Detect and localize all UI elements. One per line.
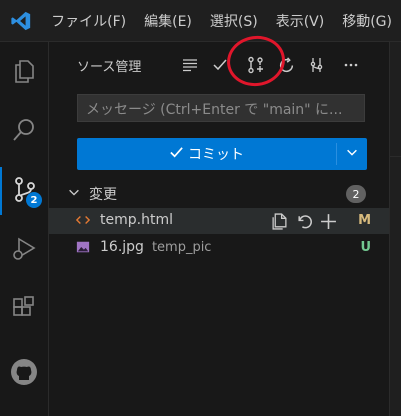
run-debug-icon [10, 234, 38, 266]
files-icon [10, 57, 38, 89]
menu-view[interactable]: 表示(V) [267, 11, 334, 31]
changes-section-header[interactable]: 変更 2 [49, 182, 389, 204]
menu-selection[interactable]: 選択(S) [201, 11, 267, 31]
file-entry: 16.jpg temp_pic [100, 239, 211, 255]
file-name: 16.jpg [100, 239, 144, 255]
file-directory: temp_pic [151, 240, 212, 255]
refresh-icon[interactable] [275, 54, 297, 76]
discard-changes-icon[interactable] [293, 210, 315, 232]
commit-label: コミット [188, 147, 244, 163]
menu-edit[interactable]: 編集(E) [135, 11, 201, 31]
changed-file-row[interactable]: 16.jpg temp_pic U [49, 235, 389, 261]
untracked-status: U [360, 240, 371, 255]
file-name: temp.html [100, 212, 173, 228]
create-pull-request-icon[interactable] [245, 54, 267, 76]
commit-check-icon[interactable] [209, 54, 231, 76]
stage-changes-icon[interactable] [317, 210, 339, 232]
search-icon [10, 116, 38, 148]
run-debug-button[interactable] [0, 226, 48, 274]
extensions-icon [10, 294, 38, 326]
graph-icon[interactable] [306, 54, 328, 76]
more-actions-icon[interactable] [340, 54, 362, 76]
modified-status: M [358, 213, 371, 228]
check-icon [169, 145, 184, 164]
source-control-button[interactable]: 2 [0, 167, 48, 215]
image-file-icon [76, 240, 90, 258]
changes-count-badge: 2 [346, 185, 366, 203]
title-bar: ファイル(F) 編集(E) 選択(S) 表示(V) 移動(G) [0, 0, 401, 42]
explorer-button[interactable] [0, 49, 48, 97]
commit-dropdown-button[interactable] [337, 138, 367, 170]
menu-go[interactable]: 移動(G) [333, 11, 401, 31]
menu-bar: ファイル(F) 編集(E) 選択(S) 表示(V) 移動(G) [42, 11, 401, 31]
changed-file-row[interactable]: temp.html M [49, 208, 389, 234]
html-file-icon [75, 213, 91, 231]
source-control-panel: ソース管理 メッセージ (Ctrl+Enter で "main" に... コミ… [49, 32, 389, 416]
commit-button-group: コミット [77, 138, 367, 170]
chevron-down-icon [67, 185, 81, 203]
commit-message-input[interactable]: メッセージ (Ctrl+Enter で "main" に... [77, 94, 365, 122]
chevron-down-icon [345, 145, 359, 163]
scm-badge: 2 [26, 192, 42, 208]
scm-title: ソース管理 [77, 60, 142, 75]
github-icon [9, 357, 39, 391]
menu-file[interactable]: ファイル(F) [42, 11, 135, 31]
github-button[interactable] [0, 350, 48, 398]
activity-bar: 2 [0, 42, 49, 416]
editor-area [389, 42, 401, 416]
changes-label: 変更 [89, 187, 117, 203]
view-as-list-icon[interactable] [179, 54, 201, 76]
editor-tab-border [390, 156, 401, 157]
scm-header: ソース管理 [49, 32, 389, 90]
open-file-icon[interactable] [268, 210, 290, 232]
commit-button[interactable]: コミット [77, 138, 336, 170]
search-button[interactable] [0, 108, 48, 156]
extensions-button[interactable] [0, 286, 48, 334]
vscode-logo-icon [0, 10, 42, 32]
